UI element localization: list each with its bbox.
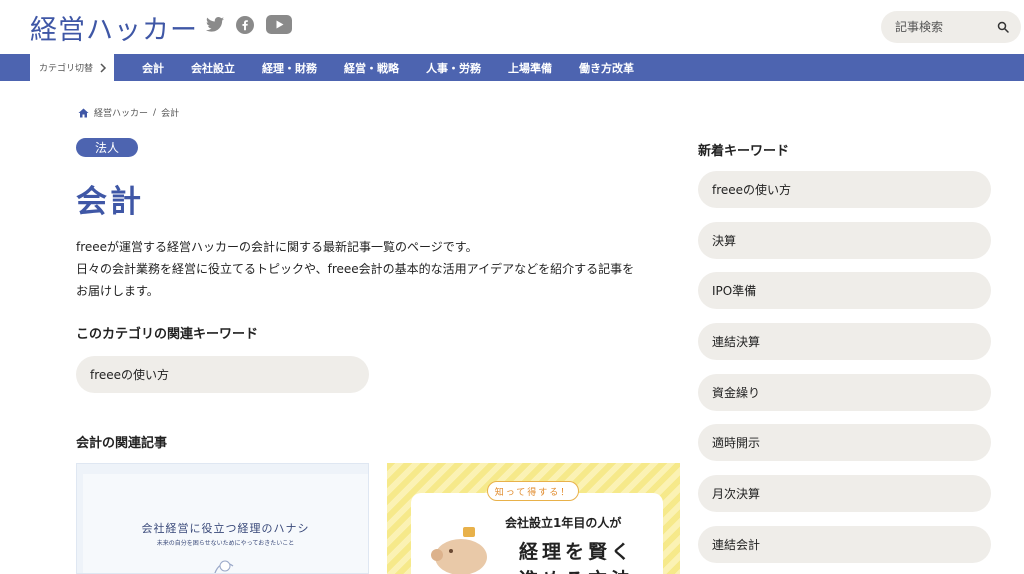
card-title-line: 経理を賢く: [519, 541, 635, 563]
card-title-line: 会社設立1年目の人が: [505, 516, 622, 530]
breadcrumb: 経営ハッカー / 会計: [78, 106, 179, 119]
card-tag: 知って得する！: [487, 481, 579, 501]
search-icon[interactable]: [997, 21, 1009, 33]
nav-item-finance[interactable]: 経理・財務: [262, 60, 317, 76]
breadcrumb-separator: /: [153, 107, 157, 118]
chevron-right-icon: [99, 62, 107, 73]
category-switch-button[interactable]: カテゴリ切替: [30, 54, 114, 81]
illustration-icon: [214, 560, 234, 573]
card-subtitle: 未来の自分を困らせないためにやっておきたいこと: [156, 540, 295, 547]
related-keyword-pill[interactable]: freeeの使い方: [76, 356, 369, 393]
facebook-icon[interactable]: [236, 15, 254, 34]
nav-item-hr[interactable]: 人事・労務: [426, 60, 481, 76]
card-title: 会社経営に役立つ経理のハナシ: [141, 522, 310, 535]
keyword-pill[interactable]: 連結決算: [698, 323, 991, 361]
category-switch-label: カテゴリ切替: [39, 64, 94, 74]
page-title: 会計: [76, 184, 144, 220]
article-card[interactable]: 知って得する！ 会社設立1年目の人が 経理を賢く 進める方法: [387, 463, 680, 574]
keyword-pill[interactable]: 適時開示: [698, 424, 991, 462]
new-keywords-heading: 新着キーワード: [698, 144, 790, 159]
related-keywords-heading: このカテゴリの関連キーワード: [76, 327, 259, 342]
new-keywords-list: freeeの使い方 決算 IPO準備 連結決算 資金繰り 適時開示 月次決算 連…: [698, 171, 991, 574]
twitter-icon[interactable]: [206, 17, 224, 32]
keyword-pill[interactable]: freeeの使い方: [698, 171, 991, 208]
article-card[interactable]: 会社経営に役立つ経理のハナシ 未来の自分を困らせないためにやっておきたいこと: [76, 463, 369, 574]
youtube-icon[interactable]: [266, 15, 292, 34]
breadcrumb-current: 会計: [161, 109, 180, 119]
social-links: [206, 15, 292, 34]
site-logo[interactable]: 経営ハッカー: [30, 8, 198, 47]
page-description: freeeが運営する経営ハッカーの会計に関する最新記事一覧のページです。 日々の…: [76, 236, 676, 302]
description-line: freeeが運営する経営ハッカーの会計に関する最新記事一覧のページです。: [76, 240, 478, 254]
category-nav: カテゴリ切替 会計 会社設立 経理・財務 経営・戦略 人事・労務 上場準備 働き…: [0, 54, 1024, 81]
nav-item-company-setup[interactable]: 会社設立: [191, 60, 235, 76]
keyword-pill[interactable]: 資金繰り: [698, 373, 991, 411]
nav-item-accounting[interactable]: 会計: [142, 60, 164, 76]
site-header: 経営ハッカー: [0, 0, 1024, 54]
description-line: お届けします。: [76, 284, 159, 298]
home-icon[interactable]: [78, 108, 89, 118]
category-badge[interactable]: 法人: [76, 138, 138, 157]
card-title-line: 進める方法: [519, 565, 634, 574]
search-box[interactable]: [881, 11, 1021, 43]
breadcrumb-home-link[interactable]: 経営ハッカー: [94, 106, 148, 119]
nav-item-strategy[interactable]: 経営・戦略: [344, 60, 399, 76]
card-thumbnail: 会社経営に役立つ経理のハナシ 未来の自分を困らせないためにやっておきたいこと: [83, 474, 368, 573]
piggy-bank-icon: [431, 527, 487, 574]
related-articles-heading: 会計の関連記事: [76, 436, 168, 451]
keyword-pill[interactable]: 月次決算: [698, 475, 991, 513]
keyword-pill[interactable]: 決算: [698, 221, 991, 259]
nav-item-work-style[interactable]: 働き方改革: [579, 60, 634, 76]
search-input[interactable]: [895, 20, 995, 34]
nav-items: 会計 会社設立 経理・財務 経営・戦略 人事・労務 上場準備 働き方改革: [142, 54, 661, 81]
keyword-pill[interactable]: 連結会計: [698, 525, 991, 563]
keyword-pill[interactable]: IPO準備: [698, 272, 991, 310]
description-line: 日々の会計業務を経営に役立てるトピックや、freee会計の基本的な活用アイデアな…: [76, 262, 635, 276]
nav-item-ipo[interactable]: 上場準備: [508, 60, 552, 76]
